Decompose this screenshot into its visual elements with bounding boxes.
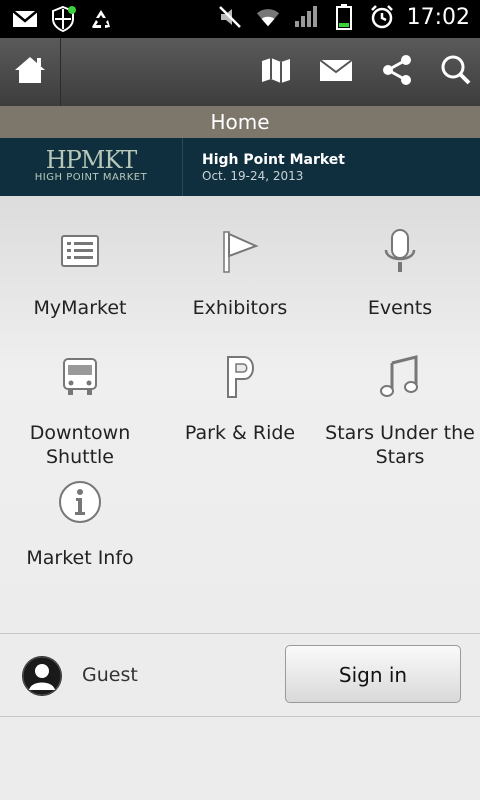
list-icon	[61, 235, 99, 267]
menu-item-label: MyMarket	[33, 297, 127, 319]
share-button[interactable]	[380, 54, 414, 90]
map-button[interactable]	[260, 56, 292, 88]
menu-item-label: Stars Under the Stars	[325, 422, 475, 468]
menu-item-mymarket[interactable]: MyMarket	[0, 196, 160, 321]
menu-item-label: Park & Ride	[184, 422, 296, 444]
avatar	[22, 656, 62, 696]
mail-button[interactable]	[318, 57, 354, 87]
menu-item-market-info[interactable]: Market Info	[0, 446, 160, 571]
event-name: High Point Market	[202, 152, 345, 168]
logo-subtitle: HIGH POINT MARKET	[34, 172, 148, 183]
user-name: Guest	[82, 664, 138, 686]
menu-grid: MyMarket Exhibitors Events Downtown Shut…	[0, 196, 480, 634]
hpmkt-logo: HPMKT HIGH POINT MARKET	[0, 138, 183, 196]
share-icon	[383, 55, 411, 85]
event-banner[interactable]: HPMKT HIGH POINT MARKET High Point Marke…	[0, 138, 480, 196]
music-note-icon	[380, 355, 418, 397]
signal-icon	[293, 4, 319, 30]
clock: 17:02	[406, 4, 470, 30]
mute-icon	[217, 4, 243, 30]
shield-icon	[50, 5, 76, 33]
wifi-icon	[255, 4, 281, 30]
battery-icon	[331, 4, 357, 30]
parking-icon	[227, 356, 254, 398]
menu-item-exhibitors[interactable]: Exhibitors	[160, 196, 320, 321]
menu-item-downtown-shuttle[interactable]: Downtown Shuttle	[0, 321, 160, 468]
microphone-icon	[384, 229, 416, 272]
sign-in-button[interactable]: Sign in	[285, 645, 461, 703]
status-bar: 17:02	[0, 0, 480, 38]
page-title: Home	[0, 106, 480, 138]
mail-icon	[319, 59, 353, 81]
flag-icon	[223, 231, 259, 273]
menu-item-stars-under-the-stars[interactable]: Stars Under the Stars	[320, 321, 480, 468]
alarm-icon	[369, 4, 395, 30]
menu-item-label: Exhibitors	[192, 297, 288, 319]
recycle-icon	[88, 6, 114, 32]
home-icon	[13, 54, 47, 90]
menu-item-label: Market Info	[26, 547, 134, 569]
logo-mark: HPMKT	[45, 146, 138, 174]
search-icon	[441, 55, 471, 85]
event-dates: Oct. 19-24, 2013	[202, 169, 304, 183]
gmail-icon	[12, 6, 38, 32]
search-button[interactable]	[440, 54, 472, 90]
map-icon	[262, 58, 290, 83]
bus-icon	[63, 358, 97, 395]
user-bar: Guest Sign in	[0, 634, 480, 717]
home-button[interactable]	[0, 38, 61, 106]
menu-item-label: Events	[367, 297, 433, 319]
menu-item-park-ride[interactable]: Park & Ride	[160, 321, 320, 446]
user-icon	[22, 656, 62, 696]
info-icon	[59, 481, 101, 523]
menu-item-events[interactable]: Events	[320, 196, 480, 321]
app-bar	[0, 38, 480, 106]
